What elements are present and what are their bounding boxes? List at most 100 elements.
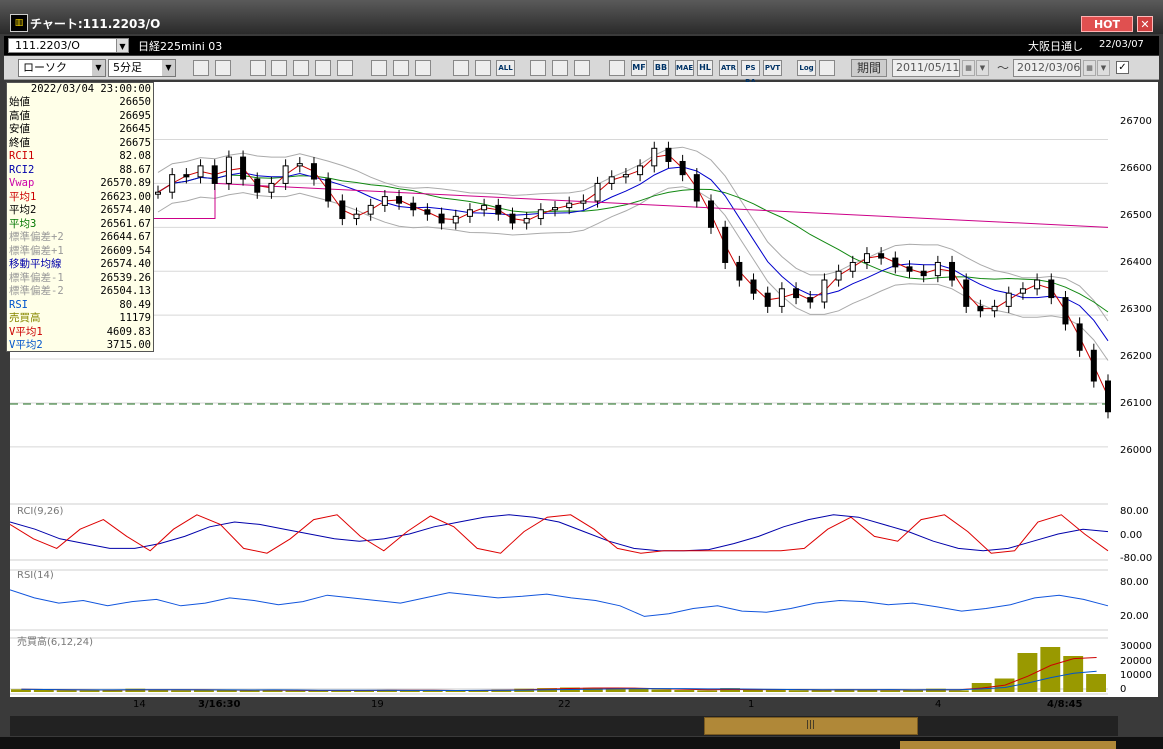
candle-icon[interactable] [250, 60, 266, 76]
calendar-icon[interactable]: ▦ [962, 60, 975, 76]
info-value: 26574.40 [100, 258, 151, 270]
bb-icon[interactable]: BB [653, 60, 669, 76]
info-value: 26574.40 [100, 204, 151, 216]
title-bar[interactable] [0, 0, 1163, 34]
chevron-down-icon[interactable]: ▼ [92, 60, 105, 76]
volume-bar [765, 690, 786, 692]
split-icon[interactable] [315, 60, 331, 76]
candle-body [651, 147, 658, 167]
chevron-down-icon[interactable]: ▼ [1097, 60, 1110, 76]
color-icon[interactable] [574, 60, 590, 76]
interval-select[interactable]: 5分足 ▼ [108, 59, 176, 77]
candle-body [878, 253, 885, 259]
candle-body [1105, 380, 1111, 413]
mae-icon[interactable]: MAE [675, 60, 694, 76]
x-tick-label: 1 [748, 699, 755, 710]
pen-icon[interactable] [371, 60, 387, 76]
export-icon[interactable] [819, 60, 835, 76]
pf-icon[interactable] [609, 60, 625, 76]
candle-body [438, 213, 445, 224]
candle-body [594, 182, 601, 202]
info-value: 26644.67 [100, 231, 151, 243]
x-tick-label: 4/8:45 [1047, 699, 1083, 710]
chart-type-select[interactable]: ローソク ▼ [18, 59, 106, 77]
rsi-tick-label: 20.00 [1120, 611, 1149, 622]
moving-average-1-line [157, 154, 1109, 397]
info-row: RSI 80.49 [9, 299, 153, 312]
info-value: 82.08 [119, 150, 151, 162]
stock-a-icon[interactable] [453, 60, 469, 76]
window-title: チャート:111.2203/O [30, 17, 161, 31]
candle-body [764, 292, 771, 307]
alert-icon[interactable] [337, 60, 353, 76]
candle-body [991, 305, 998, 312]
info-label: 標準偏差-1 [9, 271, 64, 284]
horizontal-scrollbar[interactable] [10, 716, 1118, 736]
period-button[interactable]: 期間 [851, 59, 887, 77]
info-label: V平均1 [9, 325, 43, 338]
bar-icon[interactable] [293, 60, 309, 76]
layout-icon[interactable] [215, 60, 231, 76]
info-row: 標準偏差+2 26644.67 [9, 231, 153, 244]
psra-icon[interactable]: PS RA [741, 60, 760, 86]
candle-body [381, 196, 388, 206]
atr-icon[interactable]: ATR [719, 60, 738, 76]
info-value: 26623.00 [100, 190, 151, 203]
undo-icon[interactable] [415, 60, 431, 76]
candle-body [452, 215, 459, 224]
volume-panel-label: 売買高(6,12,24) [17, 637, 93, 648]
candle-body [637, 165, 644, 176]
info-row: 平均2 26574.40 [9, 204, 153, 217]
cursor-icon[interactable] [393, 60, 409, 76]
info-label: Vwap [9, 177, 35, 189]
calendar-icon[interactable]: ▦ [1083, 60, 1096, 76]
volume-bar [1086, 674, 1106, 692]
info-label: 標準偏差+2 [9, 231, 64, 243]
candle-body [367, 204, 374, 215]
candle-body [665, 147, 672, 162]
info-row: 標準偏差-1 26539.26 [9, 272, 153, 285]
rci-panel-label: RCI(9,26) [17, 506, 64, 517]
candle-body [155, 191, 161, 195]
vol-tick-label: 0 [1120, 684, 1127, 695]
mf-icon[interactable]: MF [631, 60, 647, 76]
hl-icon[interactable]: HL [697, 60, 713, 76]
candle-body [424, 209, 431, 215]
log-icon[interactable]: Log [797, 60, 816, 76]
volume-bar [651, 689, 672, 692]
candle-body [849, 261, 856, 272]
brush-icon[interactable] [552, 60, 568, 76]
candle-body [509, 213, 516, 224]
stock-b-icon[interactable] [475, 60, 491, 76]
symbol-code-input[interactable]: 111.2203/O [8, 38, 128, 53]
chevron-down-icon[interactable]: ▼ [116, 38, 129, 53]
candle-body [934, 261, 941, 277]
volume-bar [171, 690, 191, 692]
info-row: 始値 26650 [9, 96, 153, 109]
candle-body [1048, 279, 1055, 299]
grip-icon: ||| [806, 720, 816, 730]
settings-icon[interactable] [530, 60, 546, 76]
date-from-input[interactable]: 2011/05/11 [892, 59, 960, 77]
chart-canvas[interactable] [10, 82, 1118, 697]
candle-body [225, 156, 232, 184]
candle-body [325, 178, 332, 202]
zoom-icon[interactable] [193, 60, 209, 76]
info-label: RCI1 [9, 150, 35, 162]
market-label: 大阪日通し [1028, 40, 1083, 53]
search-chart-icon[interactable] [271, 60, 287, 76]
pvt-icon[interactable]: PVT [763, 60, 782, 76]
chevron-down-icon[interactable]: ▼ [976, 60, 989, 76]
volume-bar [926, 688, 946, 692]
rci2-line [10, 514, 1109, 552]
overview-thumb[interactable] [900, 741, 1116, 749]
date-to-input[interactable]: 2012/03/06 [1013, 59, 1081, 77]
chevron-down-icon[interactable]: ▼ [162, 60, 175, 76]
candle-body [495, 204, 502, 215]
close-icon[interactable]: ✕ [1137, 16, 1153, 32]
all-icon[interactable]: ALL [496, 60, 515, 76]
period-checkbox[interactable]: ✓ [1116, 61, 1129, 74]
hot-button[interactable]: HOT [1081, 16, 1133, 32]
info-value: 26561.67 [100, 217, 151, 230]
candle-body [282, 165, 289, 184]
